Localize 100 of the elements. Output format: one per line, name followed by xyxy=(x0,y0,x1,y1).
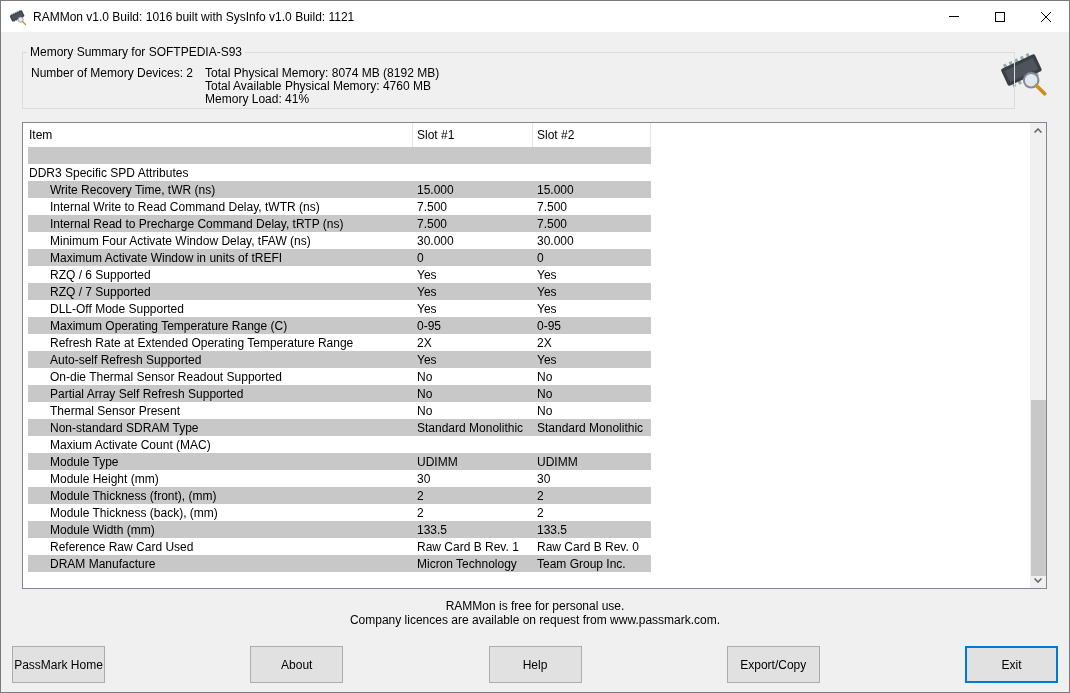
table-row[interactable]: Module Width (mm) 133.5 133.5 xyxy=(28,521,651,538)
table-cell-text: Yes xyxy=(536,266,558,284)
table-cell-text: 0-95 xyxy=(416,317,443,335)
table-cell-text: Maximum Activate Window in units of tREFI xyxy=(49,249,284,267)
table-cell-text: 2 xyxy=(416,504,425,522)
table-cell-text: Reference Raw Card Used xyxy=(49,538,195,556)
table-cell-text: 2 xyxy=(536,487,545,505)
table-cell-text: Micron Technology xyxy=(416,555,518,573)
table-cell-text: Partial Array Self Refresh Supported xyxy=(49,385,245,403)
memory-stat: Total Available Physical Memory: 4760 MB xyxy=(205,80,431,93)
table-row[interactable]: Maximum Activate Window in units of tREFI 0 0 xyxy=(28,249,651,266)
table-cell-text: 30 xyxy=(416,470,432,488)
table-cell-text: 7.500 xyxy=(536,215,569,233)
table-row[interactable]: Auto-self Refresh Supported Yes Yes xyxy=(28,351,651,368)
memory-stat: Memory Load: 41% xyxy=(205,93,310,106)
table-cell-text: Yes xyxy=(536,300,558,318)
table-row[interactable]: RZQ / 7 Supported Yes Yes xyxy=(28,283,651,300)
table-cell-text: UDIMM xyxy=(536,453,579,471)
table-cell-text: Thermal Sensor Present xyxy=(49,402,182,420)
table-row[interactable]: Internal Read to Precharge Command Delay, tRTP (ns) 7.500 7.500 xyxy=(28,215,651,232)
table-cell-text: Module Width (mm) xyxy=(49,521,156,539)
dialog-button[interactable]: Exit xyxy=(965,646,1058,683)
table-cell-text: Minimum Four Activate Window Delay, tFAW (ns) xyxy=(49,232,312,250)
table-cell-text: 2X xyxy=(536,334,553,352)
window-title: RAMMon v1.0 Build: 1016 built with SysInfo v1.0 Build: 1121 xyxy=(33,8,355,26)
table-cell-text: Internal Write to Read Command Delay, tWTR (ns) xyxy=(49,198,321,216)
close-icon xyxy=(1041,11,1051,22)
table-cell-text: Yes xyxy=(536,283,558,301)
table-cell-text: No xyxy=(536,368,554,386)
table-cell-text: Auto-self Refresh Supported xyxy=(49,351,203,369)
table-cell-text: RZQ / 7 Supported xyxy=(49,283,152,301)
dialog-button[interactable]: PassMark Home xyxy=(12,646,105,683)
table-cell-text: 133.5 xyxy=(416,521,449,539)
table-cell-text: Module Thickness (back), (mm) xyxy=(49,504,219,522)
table-cell-text: Non-standard SDRAM Type xyxy=(49,419,200,437)
table-cell-text: 2 xyxy=(536,504,545,522)
dialog-button[interactable]: About xyxy=(250,646,344,683)
table-cell-text: Write Recovery Time, tWR (ns) xyxy=(49,181,217,199)
table-cell-text: Refresh Rate at Extended Operating Temperature Range xyxy=(49,334,355,352)
table-cell-text: Yes xyxy=(416,300,438,318)
dialog-button[interactable]: Help xyxy=(488,646,582,683)
table-cell-text: 2 xyxy=(416,487,425,505)
table-cell-text: Raw Card B Rev. 1 xyxy=(416,538,520,556)
table-cell-text: 7.500 xyxy=(416,215,449,233)
table-row[interactable] xyxy=(28,147,651,164)
dialog-button[interactable]: Export/Copy xyxy=(726,646,820,683)
table-cell-text: Yes xyxy=(416,283,438,301)
table-row[interactable]: Partial Array Self Refresh Supported No No xyxy=(28,385,651,402)
memory-stat: Total Physical Memory: 8074 MB (8192 MB) xyxy=(205,67,440,80)
table-cell-text: Maxium Activate Count (MAC) xyxy=(49,436,212,454)
table-cell-text: 7.500 xyxy=(416,198,449,216)
table-cell-text: 133.5 xyxy=(536,521,569,539)
scroll-down-icon xyxy=(1034,578,1042,583)
scroll-thumb[interactable] xyxy=(1030,400,1046,576)
table-cell-text: Standard Monolithic xyxy=(536,419,645,437)
table-row[interactable]: Non-standard SDRAM Type Standard Monolithic Standard Monolithic xyxy=(28,419,651,436)
maximize-icon xyxy=(995,11,1005,22)
table-cell-text: On-die Thermal Sensor Readout Supported xyxy=(49,368,283,386)
table-cell-text: Raw Card B Rev. 0 xyxy=(536,538,640,556)
table-cell-text: DRAM Manufacture xyxy=(49,555,157,573)
table-row[interactable]: Module Thickness (front), (mm) 2 2 xyxy=(28,487,651,504)
table-cell-text: RZQ / 6 Supported xyxy=(49,266,152,284)
table-cell-text: 15.000 xyxy=(416,181,455,199)
table-cell-text: No xyxy=(416,368,434,386)
group-title: Memory Summary for SOFTPEDIA-S93 xyxy=(27,45,246,59)
table-cell-text: 2X xyxy=(416,334,433,352)
table-cell-text: Yes xyxy=(416,351,438,369)
table-cell-text: No xyxy=(536,402,554,420)
table-cell-text: 0 xyxy=(536,249,545,267)
table-row[interactable]: Maximum Operating Temperature Range (C) 0-95 0-95 xyxy=(28,317,651,334)
table-cell-text: Module Type xyxy=(49,453,120,471)
table-row[interactable]: Module Type UDIMM UDIMM xyxy=(28,453,651,470)
app-icon xyxy=(9,7,27,26)
table-cell-text: Team Group Inc. xyxy=(536,555,627,573)
table-cell-text: DDR3 Specific SPD Attributes xyxy=(28,164,189,182)
table-cell-text: Yes xyxy=(416,266,438,284)
scrollbar[interactable] xyxy=(1030,123,1046,588)
table-cell-text: 7.500 xyxy=(536,198,569,216)
scroll-up-icon xyxy=(1034,128,1042,133)
footer-note: RAMMon is free for personal use. xyxy=(445,599,625,613)
table-cell-text: 30.000 xyxy=(416,232,455,250)
device-count: Number of Memory Devices: 2 xyxy=(31,67,194,82)
table-cell-text: No xyxy=(536,385,554,403)
table-cell-text: 0-95 xyxy=(536,317,563,335)
table-cell-text: Maximum Operating Temperature Range (C) xyxy=(49,317,289,335)
table-cell-text: Internal Read to Precharge Command Delay, tRTP (ns) xyxy=(49,215,345,233)
table-row[interactable]: Write Recovery Time, tWR (ns) 15.000 15.000 xyxy=(28,181,651,198)
table-cell-text: 15.000 xyxy=(536,181,575,199)
table-cell-text: Module Height (mm) xyxy=(49,470,160,488)
table-row[interactable]: DRAM Manufacture Micron Technology Team Group Inc. xyxy=(28,555,651,572)
table-cell-text: 30 xyxy=(536,470,552,488)
table-cell-text: 0 xyxy=(416,249,425,267)
table-cell-text: DLL-Off Mode Supported xyxy=(49,300,185,318)
table-cell-text: UDIMM xyxy=(416,453,459,471)
table-cell-text: Standard Monolithic xyxy=(416,419,525,437)
table-cell-text: Module Thickness (front), (mm) xyxy=(49,487,218,505)
footer-note: Company licences are available on request from www.passmark.com. xyxy=(349,613,721,627)
table-cell-text: No xyxy=(416,402,434,420)
table-cell-text: 30.000 xyxy=(536,232,575,250)
minimize-icon xyxy=(949,16,959,17)
